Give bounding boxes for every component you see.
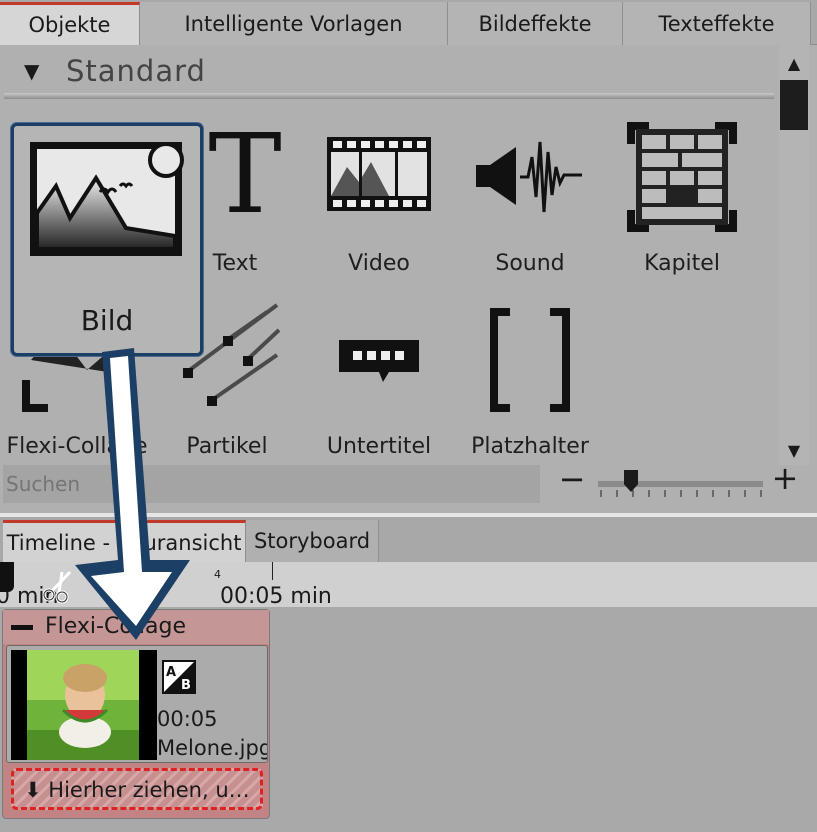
subtitle-icon	[339, 340, 419, 382]
object-kapitel[interactable]: Kapitel	[607, 117, 757, 287]
ruler-tick	[272, 562, 273, 580]
drop-zone[interactable]: ⬇ Hierher ziehen, u…	[11, 768, 263, 810]
zoom-in-icon[interactable]: +	[770, 459, 800, 497]
clip-thumbnail	[11, 650, 157, 760]
object-bild-dragging[interactable]: Bild	[11, 123, 203, 356]
section-divider	[4, 93, 774, 99]
flexi-collage-header[interactable]: Flexi-Collage	[3, 610, 269, 644]
zoom-slider[interactable]	[598, 481, 763, 487]
tab-texteffekte[interactable]: Texteffekte	[623, 2, 811, 45]
drop-zone-label: ⬇ Hierher ziehen, u…	[24, 778, 250, 802]
clip-duration: 00:05	[157, 707, 218, 731]
image-clip[interactable]: A B 00:05 Melone.jpg	[6, 645, 268, 763]
tab-objekte[interactable]: Objekte	[0, 2, 140, 45]
tab-storyboard[interactable]: Storyboard	[246, 520, 379, 562]
zoom-slider-ticks	[600, 490, 762, 497]
image-icon	[30, 142, 184, 256]
collapse-minus-icon[interactable]	[11, 625, 33, 630]
scissors-icon[interactable]	[40, 568, 76, 604]
clip-filename: Melone.jpg	[157, 736, 267, 760]
svg-text:T: T	[208, 117, 281, 237]
collapse-arrow-icon[interactable]: ▼	[24, 59, 39, 83]
object-video[interactable]: Video	[304, 117, 454, 287]
sound-icon	[476, 141, 582, 213]
clip-thumbnail-image	[27, 650, 139, 760]
flexi-collage-title: Flexi-Collage	[45, 614, 187, 639]
object-label: Platzhalter	[471, 434, 589, 459]
timeline-ruler[interactable]: 4 0 min 00:05 min	[0, 562, 817, 609]
section-header-standard[interactable]: ▼ Standard	[0, 45, 780, 99]
scroll-thumb[interactable]	[780, 80, 808, 130]
ruler-time-label: 00:05 min	[220, 584, 332, 609]
object-sound[interactable]: Sound	[455, 117, 605, 287]
timeline-tabbar: Timeline - Spuransicht Storyboard	[0, 517, 817, 562]
section-title: Standard	[66, 54, 206, 88]
chapter-icon	[627, 122, 737, 232]
search-input[interactable]	[3, 465, 540, 503]
object-untertitel[interactable]: Untertitel	[304, 300, 454, 470]
ab-transition-icon[interactable]: A B	[162, 660, 196, 694]
tab-intelligente-vorlagen[interactable]: Intelligente Vorlagen	[140, 2, 448, 45]
drop-arrow-icon: ⬇	[24, 778, 42, 802]
svg-text:B: B	[181, 678, 191, 693]
scroll-up-icon[interactable]: ▲	[782, 54, 806, 76]
tab-bildeffekte[interactable]: Bildeffekte	[448, 2, 623, 45]
tab-timeline-spuransicht[interactable]: Timeline - Spuransicht	[3, 520, 246, 562]
placeholder-icon	[490, 308, 570, 412]
object-platzhalter[interactable]: Platzhalter	[455, 300, 605, 470]
playhead[interactable]	[0, 562, 14, 592]
object-bild-label: Bild	[80, 304, 134, 337]
object-label: Kapitel	[644, 251, 720, 276]
object-tabbar: Objekte Intelligente Vorlagen Bildeffekt…	[0, 0, 817, 45]
svg-text:A: A	[166, 665, 176, 680]
video-icon	[327, 137, 431, 211]
ruler-small-label: 4	[214, 568, 221, 581]
zoom-out-icon[interactable]: −	[557, 460, 587, 498]
flexi-collage-track[interactable]: Flexi-Collage A B 00:05 Melone.jpg ⬇ Hie…	[2, 609, 270, 819]
